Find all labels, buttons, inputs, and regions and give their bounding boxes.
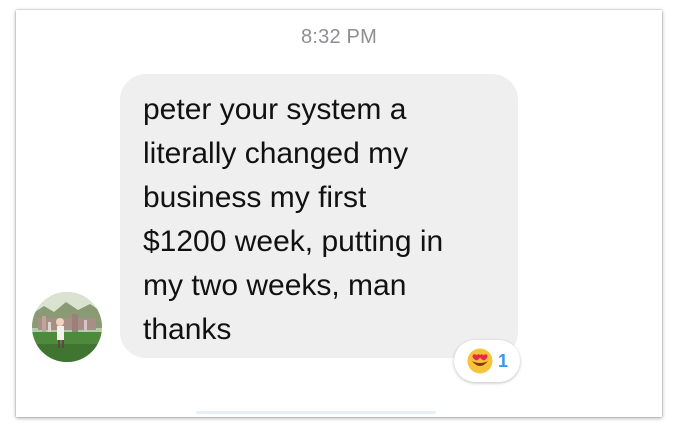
message-timestamp: 8:32 PM — [301, 26, 377, 48]
sender-avatar[interactable] — [32, 292, 102, 362]
chat-window: 8:32 PM peter your system a literally ch… — [16, 10, 662, 417]
avatar-photo-icon — [32, 292, 102, 362]
heart-eyes-emoji-icon — [467, 348, 493, 374]
composer-edge-divider — [196, 411, 436, 414]
reaction-badge[interactable]: 1 — [454, 340, 520, 382]
reaction-count: 1 — [497, 350, 508, 371]
message-bubble[interactable]: peter your system a literally changed my… — [120, 74, 518, 358]
